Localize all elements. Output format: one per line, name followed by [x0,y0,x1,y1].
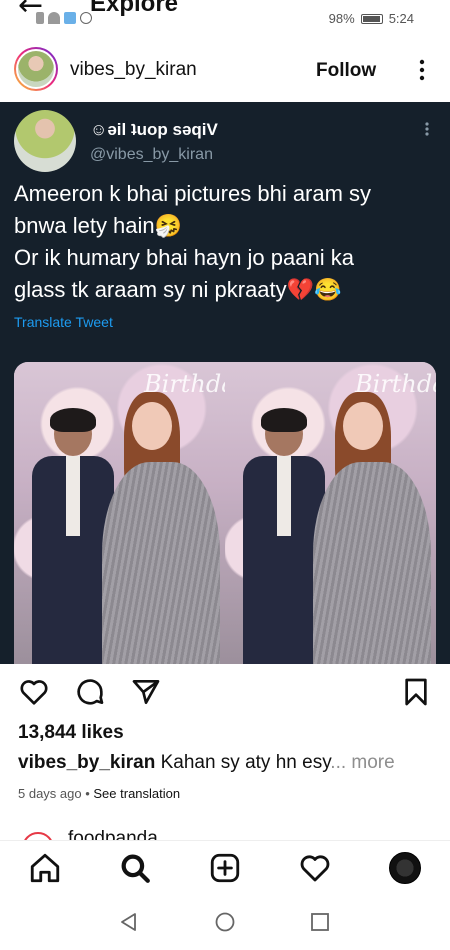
bottom-nav [0,840,450,896]
heart-icon[interactable] [18,676,50,708]
post-author-avatar[interactable] [14,47,58,91]
page-title: Explore [90,0,179,17]
twitter-notification-icon [64,12,76,24]
photo-right: Birthday [225,362,436,664]
instagram-screen: ← Explore 98% 5:24 vibes_by_kiran Follow… [0,0,450,950]
status-bar: ← Explore 98% 5:24 [0,0,450,36]
post-meta: 5 days ago • See translation [18,786,180,801]
wifi-icon [48,12,60,24]
system-nav-bar [0,896,450,950]
status-right: 98% 5:24 [329,11,414,26]
post-caption: vibes_by_kiran Kahan sy aty hn esy... mo… [18,752,395,774]
recents-square-icon[interactable] [308,910,332,934]
tweet-screenshot[interactable]: ☺əil ʇuop səqiV @vibes_by_kiran Ameeron … [0,102,450,664]
post-actions [0,676,450,712]
comment-icon[interactable] [74,676,106,708]
battery-percent: 98% [328,11,355,26]
clock: 5:24 [388,11,414,26]
tweet-avatar [14,110,76,172]
meta-separator: • [81,786,94,801]
person-boy [243,408,325,664]
tweet-text-line: glass tk araam sy ni pkraaty💔😂 [14,277,342,302]
activity-icon[interactable] [298,851,332,885]
tweet-text-line: Or ik humary bhai hayn jo paani ka [14,245,354,270]
search-icon[interactable] [118,851,152,885]
follow-button[interactable]: Follow [316,60,376,82]
notification-icons [36,12,92,24]
tweet-text-line: bnwa lety hain🤧 [14,213,183,238]
back-triangle-icon[interactable] [117,910,141,934]
signal-icon [36,12,44,24]
more-vertical-icon[interactable] [419,59,425,81]
tweet-photo: Birthday Birthday [14,362,436,664]
post-time: 5 days ago [18,786,82,801]
create-icon[interactable] [208,851,242,885]
home-icon[interactable] [28,851,62,885]
tweet-text: Ameeron k bhai pictures bhi aram sy bnwa… [14,178,438,306]
post-header: vibes_by_kiran Follow [0,40,450,100]
tweet-handle: @vibes_by_kiran [90,146,213,163]
home-circle-icon[interactable] [213,910,237,934]
post-author-username[interactable]: vibes_by_kiran [70,59,197,81]
likes-count[interactable]: 13,844 likes [18,722,124,744]
person-boy [32,408,114,664]
whatsapp-notification-icon [80,12,92,24]
send-icon[interactable] [130,676,162,708]
person-girl [102,392,220,664]
photo-left: Birthday [14,362,225,664]
translate-tweet-link: Translate Tweet [14,314,113,330]
tweet-text-line: Ameeron k bhai pictures bhi aram sy [14,181,372,206]
person-girl [313,392,431,664]
profile-avatar[interactable] [389,852,421,884]
caption-username[interactable]: vibes_by_kiran [18,752,155,773]
tweet-more-icon [425,122,429,136]
battery-icon [360,13,383,24]
caption-text: Kahan sy aty hn esy [155,752,331,773]
caption-more-link[interactable]: ... more [330,752,394,773]
bookmark-icon[interactable] [400,676,432,708]
see-translation-link[interactable]: See translation [93,786,180,801]
tweet-display-name: ☺əil ʇuop səqiV [90,120,218,139]
